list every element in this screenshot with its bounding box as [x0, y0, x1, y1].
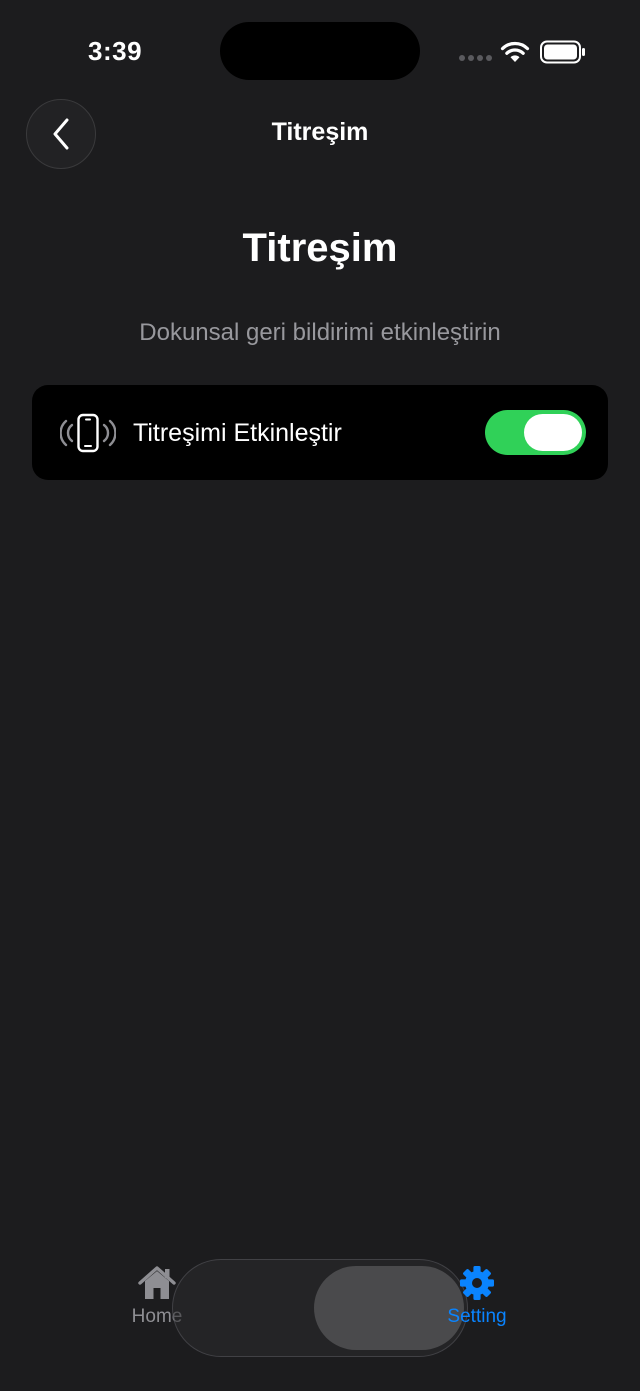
status-time: 3:39 — [88, 36, 143, 66]
dynamic-island — [220, 22, 420, 80]
vibration-setting-row: Titreşimi Etkinleştir — [32, 385, 608, 480]
gear-icon — [460, 1266, 494, 1300]
page-subtitle: Dokunsal geri bildirimi etkinleştirin — [139, 319, 501, 346]
tab-bar: Home Setting — [0, 1250, 640, 1370]
signal-icon — [459, 55, 492, 61]
page-title: Titreşim — [242, 226, 398, 270]
vibration-label: Titreşimi Etkinleştir — [133, 419, 342, 447]
vibration-toggle[interactable] — [485, 410, 586, 455]
status-bar: 3:39 — [0, 0, 640, 100]
tab-setting-label: Setting — [447, 1306, 507, 1327]
tab-setting[interactable]: Setting — [417, 1264, 537, 1328]
vibrate-icon — [60, 413, 116, 453]
wifi-icon — [500, 41, 530, 62]
nav-title: Titreşim — [271, 118, 369, 146]
screen: 3:39 Titreşim Titreşim Dokunsal geri bil… — [0, 0, 640, 1391]
battery-icon — [540, 40, 585, 64]
toggle-knob — [524, 414, 582, 451]
home-icon — [138, 1266, 176, 1299]
